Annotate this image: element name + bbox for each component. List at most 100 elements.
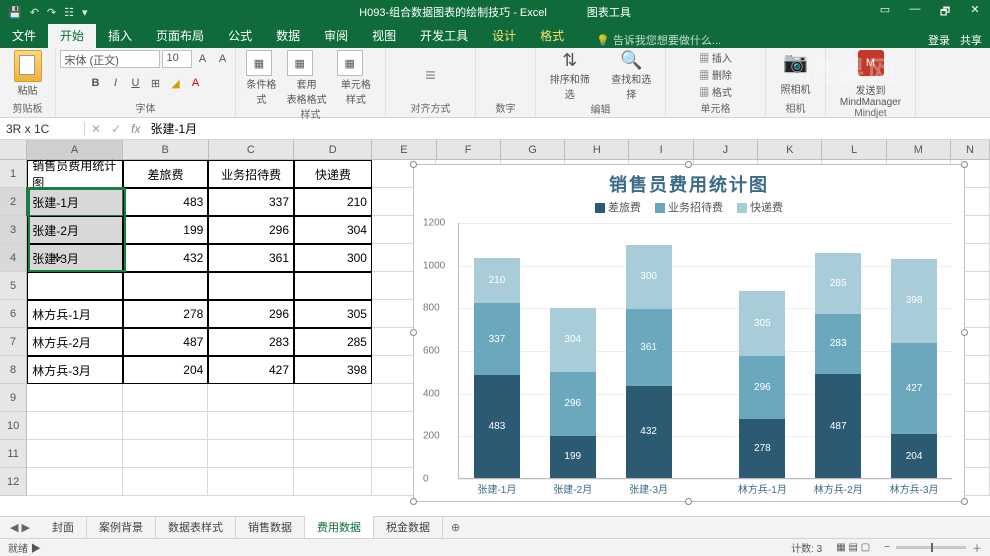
tab-dev[interactable]: 开发工具 [408,23,480,48]
cell[interactable]: 296 [208,300,294,328]
tab-review[interactable]: 审阅 [312,23,360,48]
redo-icon[interactable]: ↷ [47,6,56,19]
insert-cells-button[interactable]: ▦ [699,54,712,65]
row-header[interactable]: 5 [0,272,27,300]
cell[interactable]: 林方兵-1月 [27,300,122,328]
cell[interactable]: 487 [123,328,209,356]
cell[interactable]: 427 [208,356,294,384]
grow-font-icon[interactable]: A [194,50,212,68]
cell[interactable]: 销售员费用统计图 [27,160,122,188]
qa-dd-icon[interactable]: ▾ [82,6,88,19]
cell[interactable]: 337 [208,188,294,216]
font-color-icon[interactable]: A [187,74,205,92]
select-all-corner[interactable] [0,140,27,159]
row-header[interactable]: 2 [0,188,27,216]
bar-segment[interactable]: 337 [474,303,520,375]
bar-group[interactable] [687,223,725,478]
bar-segment[interactable]: 283 [815,314,861,374]
bar-segment[interactable]: 304 [550,308,596,373]
sheet-tab[interactable]: 案例背景 [87,516,156,540]
format-cells-button[interactable]: ▦ [699,88,712,99]
tab-file[interactable]: 文件 [0,23,48,48]
cell[interactable] [208,412,294,440]
zoom-slider[interactable] [896,546,966,549]
bar-segment[interactable]: 278 [739,419,785,478]
sheet-tab[interactable]: 封面 [40,516,87,540]
col-header-I[interactable]: I [629,140,693,159]
col-header-K[interactable]: K [758,140,822,159]
row-header[interactable]: 12 [0,468,27,496]
bar-segment[interactable]: 204 [891,434,937,478]
cell[interactable]: 张建-2月 [27,216,122,244]
cell[interactable] [294,412,372,440]
tab-format[interactable]: 格式 [528,23,576,48]
cancel-icon[interactable]: ✕ [91,122,101,136]
sheet-tab[interactable]: 销售数据 [236,516,305,540]
legend-item[interactable]: 业务招待费 [655,199,723,215]
cell[interactable] [123,272,209,300]
shrink-font-icon[interactable]: A [214,50,232,68]
bar-segment[interactable]: 427 [891,343,937,434]
zoom-out-button[interactable]: − [884,542,890,553]
tab-data[interactable]: 数据 [264,23,312,48]
sort-filter-icon[interactable]: ⇅ [546,50,594,71]
cell[interactable] [27,384,122,412]
cell[interactable]: 林方兵-3月 [27,356,122,384]
row-header[interactable]: 3 [0,216,27,244]
tab-insert[interactable]: 插入 [96,23,144,48]
bar-group[interactable]: 204427398林方兵-3月 [876,223,952,478]
cell[interactable] [294,468,372,496]
cell[interactable] [123,440,209,468]
cell[interactable]: 快递费 [294,160,372,188]
bar-group[interactable]: 278296305林方兵-1月 [724,223,800,478]
chart-legend[interactable]: 差旅费业务招待费快递费 [414,199,964,219]
bar-segment[interactable]: 296 [550,372,596,435]
cell[interactable]: 204 [123,356,209,384]
cell[interactable] [27,412,122,440]
font-name-select[interactable]: 宋体 (正文) [60,50,160,68]
cell[interactable] [208,468,294,496]
col-header-H[interactable]: H [565,140,629,159]
find-select-icon[interactable]: 🔍 [608,50,656,71]
cell[interactable] [27,272,122,300]
save-icon[interactable]: 💾 [8,6,22,19]
table-format-icon[interactable]: ▦ [287,50,313,76]
cell[interactable]: 483 [123,188,209,216]
zoom-in-button[interactable]: ＋ [972,540,982,555]
login-link[interactable]: 登录 [928,32,950,48]
tab-design[interactable]: 设计 [480,23,528,48]
bar-group[interactable]: 432361300张建-3月 [611,223,687,478]
cell[interactable]: 285 [294,328,372,356]
delete-cells-button[interactable]: ▦ [699,71,712,82]
bar-group[interactable]: 487283285林方兵-2月 [800,223,876,478]
row-header[interactable]: 1 [0,160,27,188]
sheet-tab[interactable]: 费用数据 [305,516,374,540]
col-header-B[interactable]: B [123,140,209,159]
name-box[interactable]: 3R x 1C [0,122,85,136]
cell[interactable] [208,384,294,412]
row-header[interactable]: 7 [0,328,27,356]
sheet-nav[interactable]: ◀ ▶ [0,521,40,534]
bar-segment[interactable]: 296 [739,356,785,419]
row-header[interactable]: 9 [0,384,27,412]
bar-group[interactable]: 483337210张建-1月 [459,223,535,478]
col-header-L[interactable]: L [822,140,886,159]
bar-segment[interactable]: 487 [815,374,861,478]
bold-button[interactable]: B [87,74,105,92]
bar-segment[interactable]: 305 [739,291,785,356]
row-header[interactable]: 8 [0,356,27,384]
cell[interactable] [27,440,122,468]
col-header-D[interactable]: D [294,140,372,159]
row-header[interactable]: 10 [0,412,27,440]
row-header[interactable]: 6 [0,300,27,328]
cell[interactable] [208,440,294,468]
cell[interactable]: 300 [294,244,372,272]
cell[interactable] [294,384,372,412]
view-buttons[interactable]: ▦ ▤ ▢ [836,542,870,553]
cell[interactable]: 296 [208,216,294,244]
cell[interactable]: 差旅费 [123,160,209,188]
bar-segment[interactable]: 483 [474,375,520,478]
cell[interactable]: 398 [294,356,372,384]
add-sheet-button[interactable]: ⊕ [443,521,468,534]
macro-icon[interactable]: ▶ [31,544,41,555]
